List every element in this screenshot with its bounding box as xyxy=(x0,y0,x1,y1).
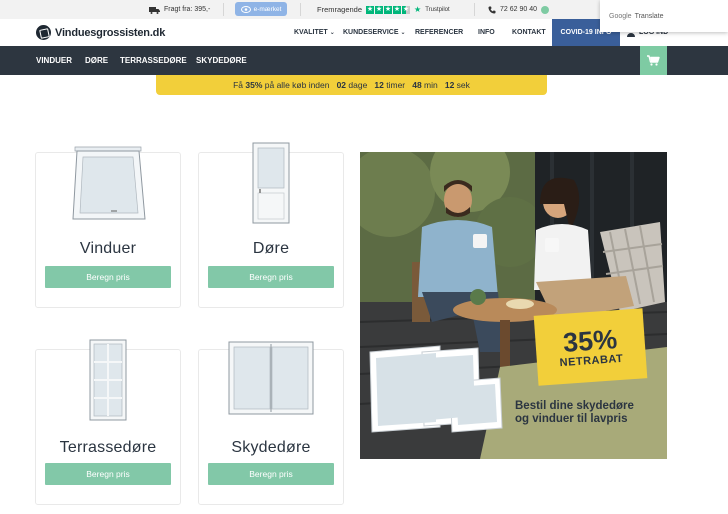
shipping-info: Fragt fra: 395,- xyxy=(149,0,210,19)
category-label: SKYDEDØRE xyxy=(196,56,247,65)
product-card-skydedoere[interactable]: Skydedøre Beregn pris xyxy=(198,341,344,505)
rating-label: Fremragende xyxy=(317,5,363,14)
promo-banner[interactable]: 35% NETRABAT Bestil dine skydedøre og vi… xyxy=(360,152,667,459)
product-title: Skydedøre xyxy=(231,439,311,456)
minutes-label: min xyxy=(421,80,445,90)
nav-label: INFO xyxy=(478,29,495,36)
product-title: Vinduer xyxy=(79,240,137,257)
calculate-price-button[interactable]: Beregn pris xyxy=(208,266,334,288)
nav-item-info[interactable]: INFO xyxy=(478,19,495,46)
nav-label: KVALITET xyxy=(294,29,328,36)
countdown-seconds: 12 xyxy=(444,80,455,90)
category-nav: VINDUER DØRE TERRASSEDØRE SKYDEDØRE xyxy=(0,46,728,75)
trustpilot-label: Trustpilot xyxy=(425,6,450,13)
category-doere[interactable]: DØRE xyxy=(85,46,108,75)
site-logo[interactable]: Vinduesgrossisten.dk xyxy=(36,25,165,40)
discount-badge: 35% NETRABAT xyxy=(533,308,648,386)
phone-info[interactable]: 72 62 90 40 xyxy=(488,0,549,19)
truck-icon xyxy=(149,6,160,14)
banner-line-1: Bestil dine skydedøre xyxy=(515,400,634,412)
terrace-door-product-image xyxy=(89,339,127,421)
product-title: Døre xyxy=(252,240,290,257)
product-card-terrassedoere[interactable]: Terrassedøre Beregn pris xyxy=(35,339,181,505)
countdown-hours: 12 xyxy=(374,80,384,90)
chevron-down-icon: ⌄ xyxy=(400,30,406,36)
countdown-days: 02 xyxy=(336,80,347,90)
phone-number: 72 62 90 40 xyxy=(500,6,537,13)
star-icon: ★ xyxy=(393,5,402,14)
translate-label: Translate xyxy=(634,12,664,20)
star-icon: ★ xyxy=(375,5,384,14)
emarket-label: e-mærket xyxy=(253,5,282,13)
cart-button[interactable] xyxy=(640,46,667,75)
divider xyxy=(300,3,301,16)
window-product-image xyxy=(72,146,146,220)
banner-line-2: og vinduer til lavpris xyxy=(515,413,628,425)
star-icon: ★ xyxy=(366,5,375,14)
promo-prefix: Få xyxy=(233,80,246,90)
category-vinduer[interactable]: VINDUER xyxy=(36,46,72,75)
banner-headline: Bestil dine skydedøre og vinduer til lav… xyxy=(515,400,663,426)
emarket-badge[interactable]: e-mærket xyxy=(235,2,287,16)
calculate-price-button[interactable]: Beregn pris xyxy=(45,463,171,485)
nav-item-kontakt[interactable]: KONTAKT xyxy=(512,19,546,46)
trustpilot-stars: ★ ★ ★ ★ ★ xyxy=(366,5,411,14)
calculate-price-button[interactable]: Beregn pris xyxy=(208,463,334,485)
category-label: VINDUER xyxy=(36,56,73,65)
phone-icon xyxy=(488,6,496,13)
product-title: Terrassedøre xyxy=(59,439,157,456)
logo-text: Vinduesgrossisten.dk xyxy=(55,26,166,39)
nav-item-kundeservice[interactable]: KUNDESERVICE ⌄ xyxy=(343,19,406,46)
cart-icon xyxy=(647,55,660,66)
nav-label: KONTAKT xyxy=(512,29,546,36)
discount-percent: 35% xyxy=(562,324,619,358)
eye-icon xyxy=(240,5,251,13)
nav-label: KUNDESERVICE xyxy=(343,29,399,36)
star-half-icon: ★ xyxy=(402,5,411,14)
category-skydedoere[interactable]: SKYDEDØRE xyxy=(196,46,247,75)
window-logo-icon xyxy=(36,25,51,40)
chevron-down-icon: ⌄ xyxy=(329,30,335,36)
divider xyxy=(474,3,475,16)
seconds-label: sek xyxy=(454,80,470,90)
status-dot-icon xyxy=(540,5,549,14)
category-label: TERRASSEDØRE xyxy=(120,56,187,65)
promo-middle: på alle køb inden xyxy=(262,80,337,90)
nav-item-kvalitet[interactable]: KVALITET ⌄ xyxy=(294,19,335,46)
promo-percent: 35% xyxy=(245,80,263,90)
google-brand: Google xyxy=(609,12,632,20)
days-label: dage xyxy=(346,80,375,90)
category-label: DØRE xyxy=(85,56,109,65)
door-product-image xyxy=(252,142,290,224)
countdown-minutes: 48 xyxy=(412,80,422,90)
nav-label: REFERENCER xyxy=(415,29,464,36)
star-icon: ★ xyxy=(384,5,393,14)
product-card-doere[interactable]: Døre Beregn pris xyxy=(198,142,344,308)
trustpilot-rating[interactable]: Fremragende ★ ★ ★ ★ ★ ★ Trustpilot xyxy=(317,0,450,19)
sliding-door-product-image xyxy=(228,341,314,415)
calculate-price-button[interactable]: Beregn pris xyxy=(45,266,171,288)
nav-item-referencer[interactable]: REFERENCER xyxy=(415,19,463,46)
promo-countdown-bar: Få 35% på alle køb inden 02 dage 12 time… xyxy=(156,75,547,95)
google-translate-widget[interactable]: Google Translate xyxy=(600,0,728,32)
trustpilot-star-icon: ★ xyxy=(414,5,422,14)
product-card-vinduer[interactable]: Vinduer Beregn pris xyxy=(35,146,181,308)
category-terrassedoere[interactable]: TERRASSEDØRE xyxy=(120,46,187,75)
hours-label: timer xyxy=(383,80,413,90)
shipping-text: Fragt fra: 395,- xyxy=(164,6,211,13)
divider xyxy=(223,3,224,16)
